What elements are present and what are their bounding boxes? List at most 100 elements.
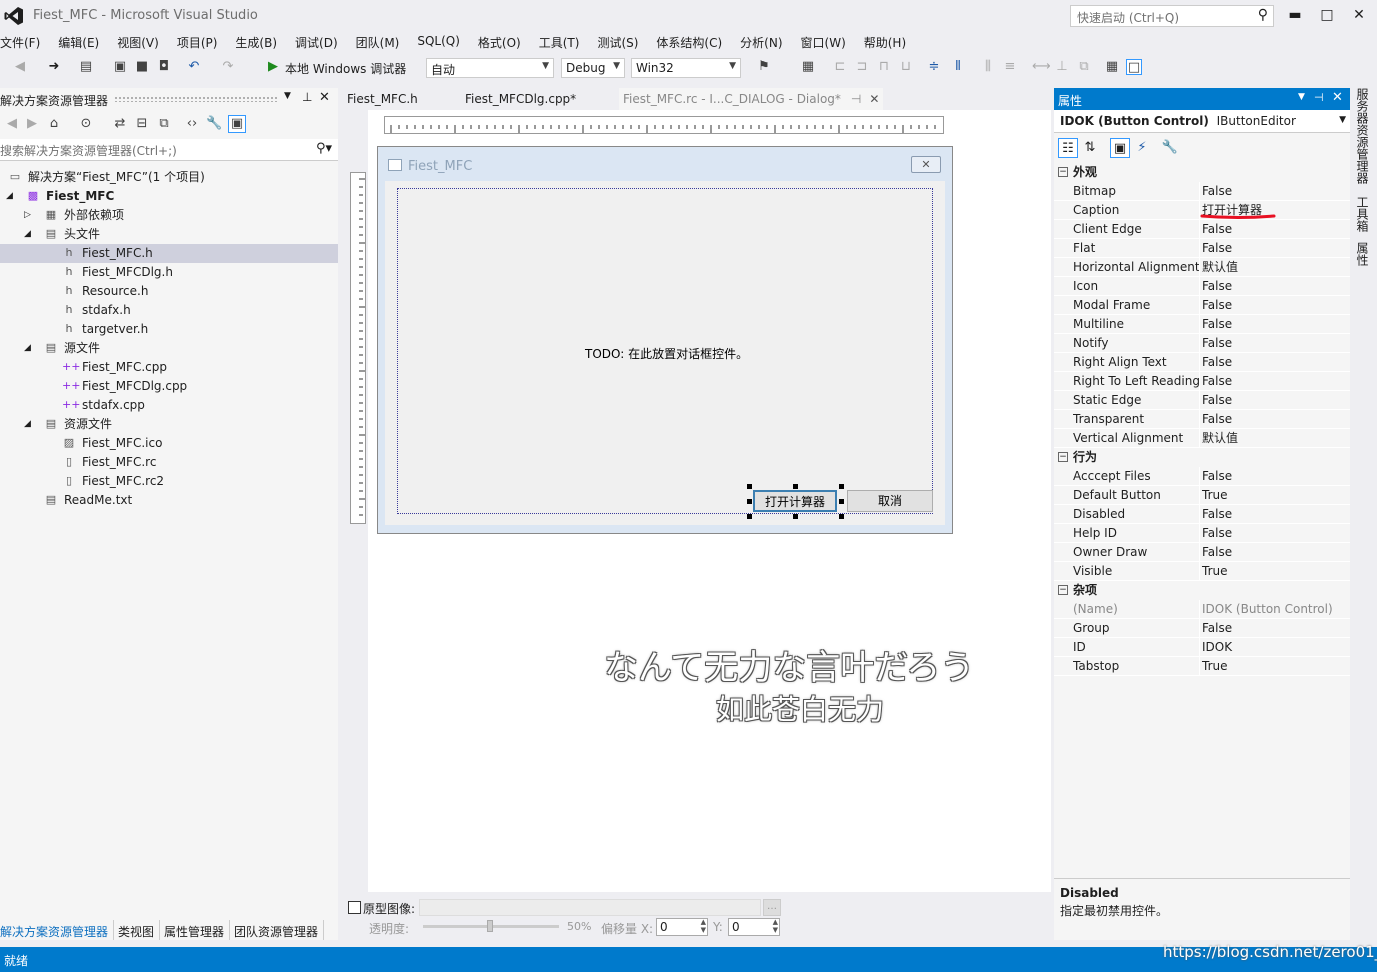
property-value[interactable]: True: [1202, 657, 1228, 676]
prototype-image-path-field[interactable]: [419, 899, 761, 916]
browse-button[interactable]: …: [763, 899, 781, 916]
collapse-icon[interactable]: −: [1058, 452, 1068, 462]
menu-item[interactable]: 生成(B): [235, 32, 287, 52]
property-row[interactable]: Flat False: [1054, 239, 1350, 258]
property-value[interactable]: False: [1202, 220, 1232, 239]
dialog-preview[interactable]: Fiest_MFC ✕ TODO: 在此放置对话框控件。 打开计算器 取消: [377, 146, 953, 534]
properties-view-icon[interactable]: ▣: [1110, 138, 1130, 158]
document-tab[interactable]: Fiest_MFC.h: [343, 88, 422, 110]
tree-item[interactable]: h Fiest_MFC.h: [0, 244, 338, 263]
chevron-down-icon[interactable]: ▼: [284, 91, 291, 101]
property-value[interactable]: IDOK: [1202, 638, 1232, 657]
align-top-icon[interactable]: ⊓: [876, 59, 892, 75]
resize-handle[interactable]: [747, 484, 752, 489]
opacity-slider-thumb[interactable]: [487, 920, 493, 932]
menu-item[interactable]: 帮助(H): [864, 32, 916, 52]
forward-icon[interactable]: ▶: [24, 116, 40, 132]
back-icon[interactable]: ◀: [4, 116, 20, 132]
tree-item[interactable]: ◢ ▤ 资源文件: [0, 415, 338, 434]
center-horizontal-icon[interactable]: ⦀: [950, 59, 966, 75]
property-pages-icon[interactable]: 🔧: [1160, 138, 1180, 158]
menu-item[interactable]: 编辑(E): [58, 32, 109, 52]
resize-handle[interactable]: [839, 514, 844, 519]
property-row[interactable]: Right To Left Reading False: [1054, 372, 1350, 391]
pin-icon[interactable]: ⊣: [851, 92, 861, 106]
new-project-icon[interactable]: ▤: [78, 59, 94, 75]
column-divider[interactable]: [1199, 277, 1200, 296]
column-divider[interactable]: [1199, 486, 1200, 505]
menu-item[interactable]: 体系结构(C): [656, 32, 732, 52]
close-window-button[interactable]: ✕: [1346, 4, 1372, 26]
tree-item[interactable]: ++ stdafx.cpp: [0, 396, 338, 415]
horizontal-ruler[interactable]: [384, 116, 944, 134]
tree-item[interactable]: h stdafx.h: [0, 301, 338, 320]
open-file-icon[interactable]: ▣: [112, 59, 128, 75]
menu-item[interactable]: SQL(Q): [417, 32, 470, 52]
column-divider[interactable]: [1199, 657, 1200, 676]
make-same-height-icon[interactable]: ⊥: [1054, 59, 1070, 75]
column-divider[interactable]: [1199, 562, 1200, 581]
view-code-icon[interactable]: ‹›: [184, 116, 200, 132]
start-debugging-button[interactable]: 本地 Windows 调试器: [285, 60, 406, 77]
collapse-icon[interactable]: −: [1058, 585, 1068, 595]
property-row[interactable]: Help ID False: [1054, 524, 1350, 543]
solution-config-combo[interactable]: 自动 ▼: [426, 58, 554, 78]
expand-arrow-icon[interactable]: ▷: [24, 206, 31, 225]
document-tab[interactable]: Fiest_MFC.rc - I...C_DIALOG - Dialog* ⊣ ✕: [619, 88, 884, 110]
property-row[interactable]: Multiline False: [1054, 315, 1350, 334]
property-value[interactable]: True: [1202, 486, 1228, 505]
property-row[interactable]: Horizontal Alignment 默认值: [1054, 258, 1350, 277]
resize-handle[interactable]: [747, 499, 752, 504]
collapse-arrow-icon[interactable]: ◢: [24, 339, 31, 358]
document-tab[interactable]: Fiest_MFCDlg.cpp*: [461, 88, 580, 110]
property-value[interactable]: False: [1202, 182, 1232, 201]
redo-icon[interactable]: ↷: [220, 59, 236, 75]
property-row[interactable]: Bitmap False: [1054, 182, 1350, 201]
dialog-close-button[interactable]: ✕: [911, 156, 941, 173]
offset-y-spinner[interactable]: 0 ▲ ▼: [728, 918, 780, 936]
chevron-down-icon[interactable]: ▼: [1298, 92, 1305, 102]
alphabetical-icon[interactable]: ⇅: [1080, 138, 1100, 158]
column-divider[interactable]: [1199, 258, 1200, 277]
property-row[interactable]: Acccept Files False: [1054, 467, 1350, 486]
property-row[interactable]: Static Edge False: [1054, 391, 1350, 410]
column-divider[interactable]: [1199, 505, 1200, 524]
open-calculator-button[interactable]: 打开计算器: [753, 490, 837, 512]
bottom-tab[interactable]: 团队资源管理器: [234, 920, 325, 940]
menu-item[interactable]: 视图(V): [117, 32, 169, 52]
center-vertical-icon[interactable]: ≑: [926, 59, 942, 75]
property-category[interactable]: − 杂项: [1054, 581, 1350, 600]
tree-item[interactable]: ◢ ▩ Fiest_MFC: [0, 187, 338, 206]
property-value[interactable]: False: [1202, 391, 1232, 410]
undo-icon[interactable]: ↶: [186, 59, 202, 75]
column-divider[interactable]: [1199, 372, 1200, 391]
property-value[interactable]: False: [1202, 410, 1232, 429]
bottom-tab[interactable]: 解决方案资源管理器: [0, 920, 115, 940]
tree-item[interactable]: ▯ Fiest_MFC.rc: [0, 453, 338, 472]
tree-item[interactable]: ▯ Fiest_MFC.rc2: [0, 472, 338, 491]
pending-changes-icon[interactable]: ⊙: [78, 116, 94, 132]
collapse-arrow-icon[interactable]: ◢: [24, 225, 31, 244]
build-config-combo[interactable]: Debug ▼: [561, 58, 625, 78]
offset-x-spinner[interactable]: 0 ▲ ▼: [656, 918, 708, 936]
property-row[interactable]: ID IDOK: [1054, 638, 1350, 657]
property-value[interactable]: False: [1202, 467, 1232, 486]
make-same-width-icon[interactable]: ⟷: [1032, 59, 1051, 75]
property-row[interactable]: Default Button True: [1054, 486, 1350, 505]
property-category[interactable]: − 外观: [1054, 163, 1350, 182]
pin-icon[interactable]: ⊣: [1314, 91, 1324, 104]
menu-item[interactable]: 工具(T): [539, 32, 590, 52]
column-divider[interactable]: [1199, 220, 1200, 239]
solution-search-input[interactable]: 搜索解决方案资源管理器(Ctrl+;) ⚲▾: [0, 139, 338, 161]
space-down-icon[interactable]: ≡: [1002, 59, 1018, 75]
back-icon[interactable]: ◀: [12, 59, 28, 75]
column-divider[interactable]: [1199, 524, 1200, 543]
tree-item[interactable]: ◢ ▤ 头文件: [0, 225, 338, 244]
align-left-icon[interactable]: ⊏: [832, 59, 848, 75]
property-value[interactable]: False: [1202, 543, 1232, 562]
property-value[interactable]: IDOK (Button Control): [1202, 600, 1333, 619]
column-divider[interactable]: [1199, 429, 1200, 448]
tree-item[interactable]: ++ Fiest_MFCDlg.cpp: [0, 377, 338, 396]
column-divider[interactable]: [1199, 353, 1200, 372]
property-value[interactable]: False: [1202, 372, 1232, 391]
